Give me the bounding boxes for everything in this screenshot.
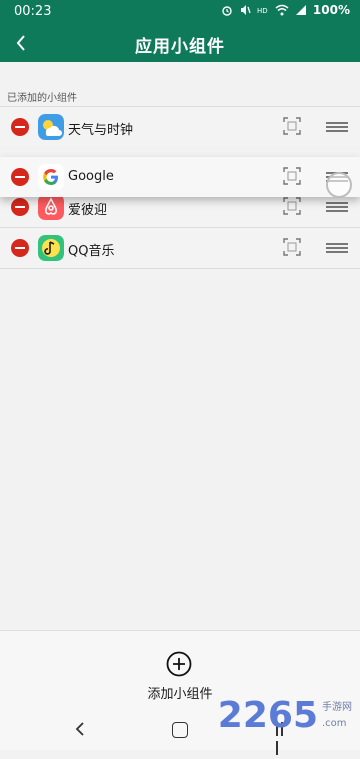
widget-name: 爱彼迎 [68, 203, 108, 218]
widget-name: 天气与时钟 [68, 123, 134, 138]
wifi-icon [275, 4, 289, 16]
add-circle-icon[interactable] [166, 651, 192, 677]
resize-icon[interactable] [283, 167, 301, 185]
section-label: 已添加的小组件 [7, 93, 77, 104]
widget-row-qqmusic[interactable]: QQ音乐 [0, 227, 360, 269]
watermark-number: 2265 [217, 695, 318, 736]
status-bar: 00:23 HD 100% [0, 0, 360, 24]
airbnb-icon [38, 194, 64, 220]
watermark-domain: .com [322, 718, 347, 729]
resize-icon[interactable] [283, 197, 301, 215]
app-bar: 应用小组件 [0, 24, 360, 62]
remove-icon[interactable] [11, 198, 29, 216]
watermark-logo: 2265 手游网 .com [218, 698, 352, 734]
page-title: 应用小组件 [135, 37, 225, 57]
nav-back-icon[interactable] [72, 720, 90, 738]
signal-icon [295, 5, 306, 15]
touch-indicator [326, 172, 352, 198]
remove-icon[interactable] [11, 118, 29, 136]
drag-handle-icon[interactable] [326, 122, 348, 132]
widget-name: QQ音乐 [68, 244, 115, 259]
google-icon [38, 164, 64, 190]
remove-icon[interactable] [11, 168, 29, 186]
svg-text:HD: HD [257, 7, 268, 15]
mute-icon [240, 5, 251, 15]
drag-handle-icon[interactable] [326, 243, 348, 253]
drag-handle-icon[interactable] [326, 202, 348, 212]
watermark-text: 手游网 .com [322, 702, 352, 734]
resize-icon[interactable] [283, 117, 301, 135]
nav-home-icon[interactable] [172, 722, 188, 738]
resize-icon[interactable] [283, 238, 301, 256]
widget-name: Google [68, 169, 114, 184]
qqmusic-icon [38, 235, 64, 261]
status-icons: HD 100% [221, 3, 350, 17]
remove-icon[interactable] [11, 239, 29, 257]
alarm-icon [222, 6, 232, 16]
watermark-site: 手游网 [322, 702, 352, 713]
weather-icon [38, 114, 64, 140]
widget-row-weather[interactable]: 天气与时钟 [0, 106, 360, 147]
hd-icon: HD [257, 7, 268, 15]
battery-level: 100% [312, 3, 350, 17]
widget-row-google-dragging[interactable]: Google [0, 157, 360, 197]
status-time: 00:23 [14, 4, 52, 19]
